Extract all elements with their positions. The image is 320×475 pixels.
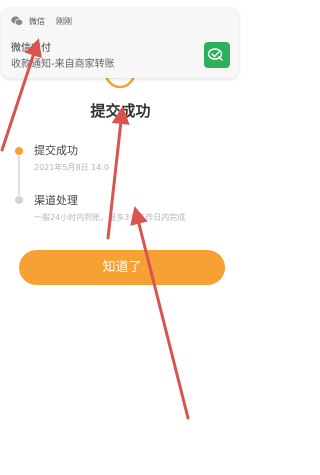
notification-body: 收款通知-来自商家转账 [11, 59, 115, 70]
payment-result-screen: 微信 刚刚 微信支付 收款通知-来自商家转账 提交成功 提交成功 2021年5月… [0, 0, 241, 475]
timeline-dot-pending [15, 196, 23, 204]
timeline-connector [18, 156, 20, 195]
result-title: 提交成功 [90, 102, 151, 120]
wechat-pay-notification[interactable]: 微信 刚刚 微信支付 收款通知-来自商家转账 [2, 8, 238, 78]
notification-app-name: 微信 [29, 17, 45, 26]
timeline-step-label: 提交成功 [34, 144, 78, 157]
notification-time: 刚刚 [56, 17, 72, 26]
timeline-step-time: 2021年5月8日 14:0 [34, 163, 110, 172]
confirm-button[interactable]: 知道了 [19, 250, 225, 285]
annotation-arrow [130, 206, 190, 420]
timeline-step-note: 一般24小时内到账，最多3个工作日内完成 [34, 213, 186, 222]
timeline-step-label: 渠道处理 [34, 194, 78, 207]
wechat-pay-icon [204, 42, 230, 68]
notification-title: 微信支付 [11, 43, 51, 54]
wechat-icon [11, 16, 23, 26]
timeline-dot-done [15, 147, 23, 155]
